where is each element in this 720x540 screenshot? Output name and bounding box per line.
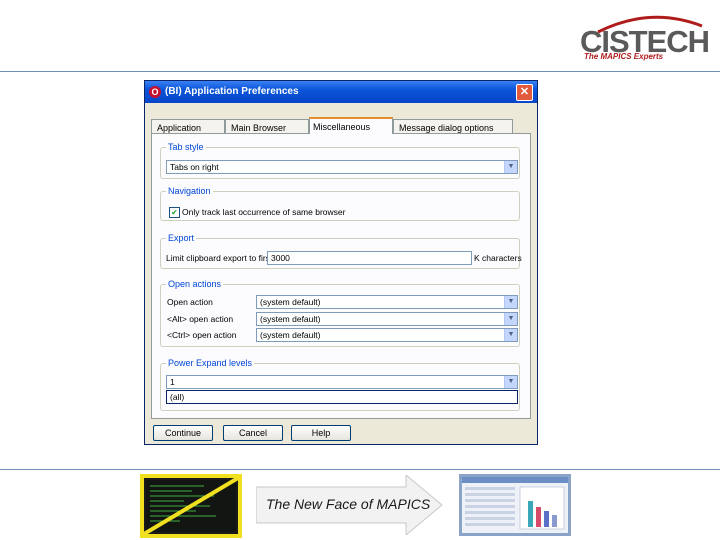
open-actions-label: Open actions (166, 279, 224, 289)
navigation-label: Navigation (166, 186, 213, 196)
gui-screenshot-icon (462, 477, 568, 530)
cancel-button[interactable]: Cancel (223, 425, 283, 441)
ctrl-open-action-value: (system default) (260, 330, 321, 340)
power-expand-list-item[interactable]: (all) (166, 390, 518, 404)
export-limit-label: Limit clipboard export to first (166, 253, 273, 263)
header-divider (0, 71, 720, 72)
tab-application[interactable]: Application (151, 119, 225, 133)
help-button[interactable]: Help (291, 425, 351, 441)
tab-miscellaneous[interactable]: Miscellaneous (309, 117, 393, 134)
power-expand-label: Power Expand levels (166, 358, 255, 368)
footer-divider (0, 469, 720, 470)
green-screen-thumbnail (140, 474, 242, 538)
close-button[interactable]: ✕ (516, 84, 533, 101)
tab-style-label: Tab style (166, 142, 206, 152)
chevron-down-icon[interactable]: ▼ (504, 296, 517, 308)
chevron-down-icon[interactable]: ▼ (504, 329, 517, 341)
tab-message-dialog-options[interactable]: Message dialog options (393, 119, 513, 133)
alt-open-action-value: (system default) (260, 314, 321, 324)
footer-tagline: The New Face of MAPICS (266, 496, 431, 512)
alt-open-action-label: <Alt> open action (167, 314, 234, 324)
chevron-down-icon[interactable]: ▼ (504, 313, 517, 325)
power-expand-list-item-label: (all) (170, 392, 185, 402)
tab-style-select[interactable]: Tabs on right ▼ (166, 160, 518, 174)
open-action-value: (system default) (260, 297, 321, 307)
tab-panel: Tab style Tabs on right ▼ Navigation ✔ O… (151, 133, 531, 419)
ctrl-open-action-label: <Ctrl> open action (167, 330, 237, 340)
only-track-label: Only track last occurrence of same brows… (182, 207, 346, 217)
power-expand-value: 1 (170, 377, 175, 387)
tab-strip: Application Main Browser Miscellaneous M… (151, 117, 531, 134)
ctrl-open-action-select[interactable]: (system default) ▼ (256, 328, 518, 342)
chevron-down-icon[interactable]: ▼ (504, 376, 517, 388)
cistech-tagline: The MAPICS Experts (584, 52, 664, 61)
dialog-title: (BI) Application Preferences (165, 86, 299, 97)
power-expand-select[interactable]: 1 ▼ (166, 375, 518, 389)
crossed-out-screen-icon (142, 476, 240, 536)
export-label: Export (166, 233, 197, 243)
dialog-titlebar: O (BI) Application Preferences ✕ (145, 81, 537, 103)
continue-button[interactable]: Continue (153, 425, 213, 441)
export-unit-label: K characters (474, 253, 522, 263)
app-icon: O (149, 86, 161, 98)
only-track-checkbox[interactable]: ✔ (169, 207, 180, 218)
application-preferences-dialog: O (BI) Application Preferences ✕ Applica… (144, 80, 538, 445)
tab-main-browser[interactable]: Main Browser (225, 119, 309, 133)
open-action-label: Open action (167, 297, 213, 307)
tab-style-value: Tabs on right (170, 162, 219, 172)
open-action-select[interactable]: (system default) ▼ (256, 295, 518, 309)
export-limit-input[interactable]: 3000 (267, 251, 472, 265)
alt-open-action-select[interactable]: (system default) ▼ (256, 312, 518, 326)
new-ui-thumbnail (459, 474, 571, 536)
chevron-down-icon[interactable]: ▼ (504, 161, 517, 173)
